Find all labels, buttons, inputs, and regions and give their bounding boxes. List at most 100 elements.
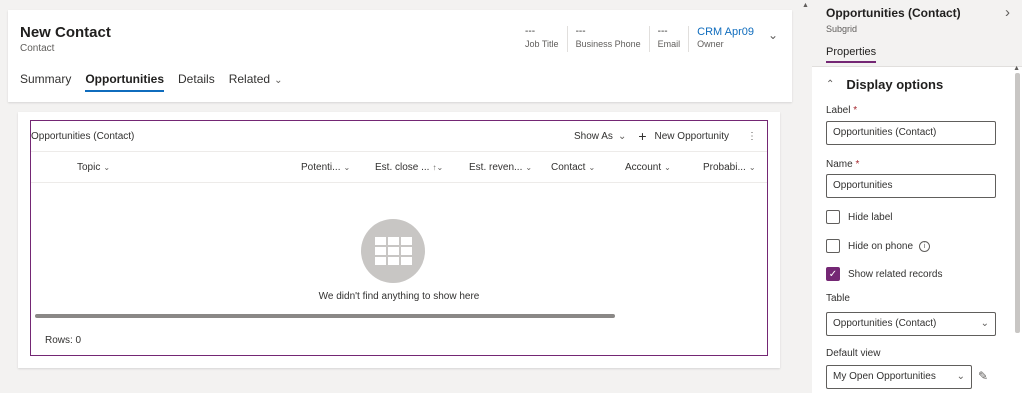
subgrid-title: Opportunities (Contact) <box>31 131 135 142</box>
chevron-right-icon[interactable]: › <box>1005 4 1010 21</box>
chevron-down-icon: ⌄ <box>103 163 111 172</box>
hide-label-text: Hide label <box>848 211 893 223</box>
column-contact[interactable]: Contact ⌄ <box>551 162 595 173</box>
column-headers: Topic ⌄ Potenti... ⌄ Est. close ... ↑⌄ Est.… <box>31 151 767 183</box>
column-est-close-date[interactable]: Est. close ... ↑⌄ <box>375 162 443 173</box>
owner-link[interactable]: CRM Apr09 <box>697 26 754 38</box>
owner-label: Owner <box>697 39 724 49</box>
chevron-down-icon: ⌄ <box>617 130 627 142</box>
scroll-up-icon[interactable]: ▲ <box>802 2 809 9</box>
tab-summary[interactable]: Summary <box>20 72 71 92</box>
column-account[interactable]: Account ⌄ <box>625 162 671 173</box>
name-input[interactable]: Opportunities <box>826 174 996 198</box>
form-area: New Contact Contact --- Job Title --- Bu… <box>0 0 800 393</box>
rows-count: Rows: 0 <box>45 335 82 346</box>
header-expand-chevron-icon[interactable]: ⌄ <box>762 26 784 46</box>
show-related-checkbox[interactable]: ✓ <box>826 267 840 281</box>
show-as-button[interactable]: Show As ⌄ <box>574 131 626 142</box>
display-options-section[interactable]: ⌃ Display options <box>826 77 943 92</box>
horizontal-scrollbar[interactable] <box>35 314 615 318</box>
chevron-down-icon: ⌄ <box>274 75 283 86</box>
show-related-text: Show related records <box>848 268 943 280</box>
column-topic[interactable]: Topic ⌄ <box>77 162 110 173</box>
header-fields: --- Job Title --- Business Phone --- Ema… <box>517 26 784 52</box>
pencil-icon[interactable]: ✎ <box>978 369 988 383</box>
form-tabs: Summary Opportunities Details Related ⌄ <box>20 72 296 92</box>
column-probability[interactable]: Probabi... ⌄ <box>703 162 756 173</box>
tab-details[interactable]: Details <box>178 72 215 92</box>
email-label: Email <box>657 39 681 49</box>
label-caption-text: Label <box>826 105 851 116</box>
tab-related-label: Related <box>228 72 271 86</box>
default-view-caption: Default view <box>826 348 881 359</box>
column-est-revenue-label: Est. reven... <box>469 162 523 173</box>
hide-on-phone-checkbox[interactable] <box>826 239 840 253</box>
column-probability-label: Probabi... <box>703 162 746 173</box>
new-opportunity-button[interactable]: + New Opportunity <box>638 128 729 144</box>
section-title: Display options <box>846 77 944 92</box>
job-title-label: Job Title <box>525 39 559 49</box>
name-caption-text: Name <box>826 159 853 170</box>
hide-label-checkbox-row[interactable]: Hide label <box>826 210 892 224</box>
show-related-checkbox-row[interactable]: ✓ Show related records <box>826 267 943 281</box>
table-select-value: Opportunities (Contact) <box>833 318 937 329</box>
email-value: --- <box>657 26 668 37</box>
chevron-down-icon: ⌄ <box>343 163 351 172</box>
chevron-down-icon: ⌄ <box>588 163 596 172</box>
header-field-owner[interactable]: CRM Apr09 Owner <box>688 26 762 52</box>
pane-body: ⌃ Display options Label * Opportunities … <box>812 65 1022 393</box>
column-contact-label: Contact <box>551 162 586 173</box>
empty-state-message: We didn't find anything to show here <box>318 291 480 302</box>
required-mark: * <box>853 105 858 116</box>
pane-title: Opportunities (Contact) <box>826 6 961 20</box>
main-vertical-scrollbar[interactable]: ▲ <box>800 0 812 393</box>
subgrid-command-bar: Show As ⌄ + New Opportunity ⋮ <box>562 128 757 144</box>
chevron-up-icon: ⌃ <box>826 79 835 90</box>
business-phone-label: Business Phone <box>575 39 641 49</box>
header-field-job-title[interactable]: --- Job Title <box>517 26 567 52</box>
properties-pane: Opportunities (Contact) Subgrid › Proper… <box>812 0 1022 393</box>
column-est-revenue[interactable]: Est. reven... ⌄ <box>469 162 532 173</box>
tab-opportunities-label: Opportunities <box>85 72 165 86</box>
tab-properties[interactable]: Properties <box>826 46 877 63</box>
sort-ascending-icon: ↑⌄ <box>432 163 444 172</box>
table-caption: Table <box>826 293 850 304</box>
job-title-value: --- <box>525 26 536 37</box>
scroll-up-icon[interactable]: ▲ <box>1013 65 1020 72</box>
pane-scrollbar-thumb[interactable] <box>1015 73 1020 333</box>
info-icon[interactable]: i <box>919 240 931 252</box>
chevron-down-icon: ⌄ <box>980 318 989 329</box>
header-field-business-phone[interactable]: --- Business Phone <box>566 26 649 52</box>
tab-opportunities[interactable]: Opportunities <box>85 72 164 92</box>
chevron-down-icon: ⌄ <box>956 371 965 382</box>
column-potential-customer[interactable]: Potenti... ⌄ <box>301 162 350 173</box>
table-select[interactable]: Opportunities (Contact) ⌄ <box>826 312 996 336</box>
column-potential-label: Potenti... <box>301 162 341 173</box>
chevron-down-icon: ⌄ <box>525 163 533 172</box>
plus-icon: + <box>638 128 647 144</box>
form-header: New Contact Contact --- Job Title --- Bu… <box>8 10 792 102</box>
column-topic-label: Topic <box>77 162 101 173</box>
chevron-down-icon: ⌄ <box>748 163 756 172</box>
tab-summary-label: Summary <box>20 72 72 86</box>
hide-on-phone-checkbox-row[interactable]: Hide on phone i <box>826 239 931 253</box>
header-field-email[interactable]: --- Email <box>648 26 689 52</box>
default-view-select[interactable]: My Open Opportunities ⌄ <box>826 365 972 389</box>
name-caption: Name * <box>826 159 859 170</box>
subgrid-opportunities[interactable]: Opportunities (Contact) Show As ⌄ + New … <box>30 120 768 356</box>
column-account-label: Account <box>625 162 662 173</box>
default-view-value: My Open Opportunities <box>833 371 936 382</box>
hide-label-checkbox[interactable] <box>826 210 840 224</box>
show-as-label: Show As <box>574 130 613 142</box>
form-title: New Contact <box>20 24 111 41</box>
label-input[interactable]: Opportunities (Contact) <box>826 121 996 145</box>
tab-details-label: Details <box>178 72 215 86</box>
new-opportunity-label: New Opportunity <box>654 130 729 142</box>
empty-grid-icon <box>361 219 425 283</box>
chevron-down-icon: ⌄ <box>664 163 671 172</box>
tab-related[interactable]: Related ⌄ <box>229 72 283 92</box>
hide-on-phone-text: Hide on phone <box>848 240 914 252</box>
more-commands-icon[interactable]: ⋮ <box>747 131 757 142</box>
subgrid-card: Opportunities (Contact) Show As ⌄ + New … <box>18 112 780 368</box>
business-phone-value: --- <box>575 26 586 37</box>
